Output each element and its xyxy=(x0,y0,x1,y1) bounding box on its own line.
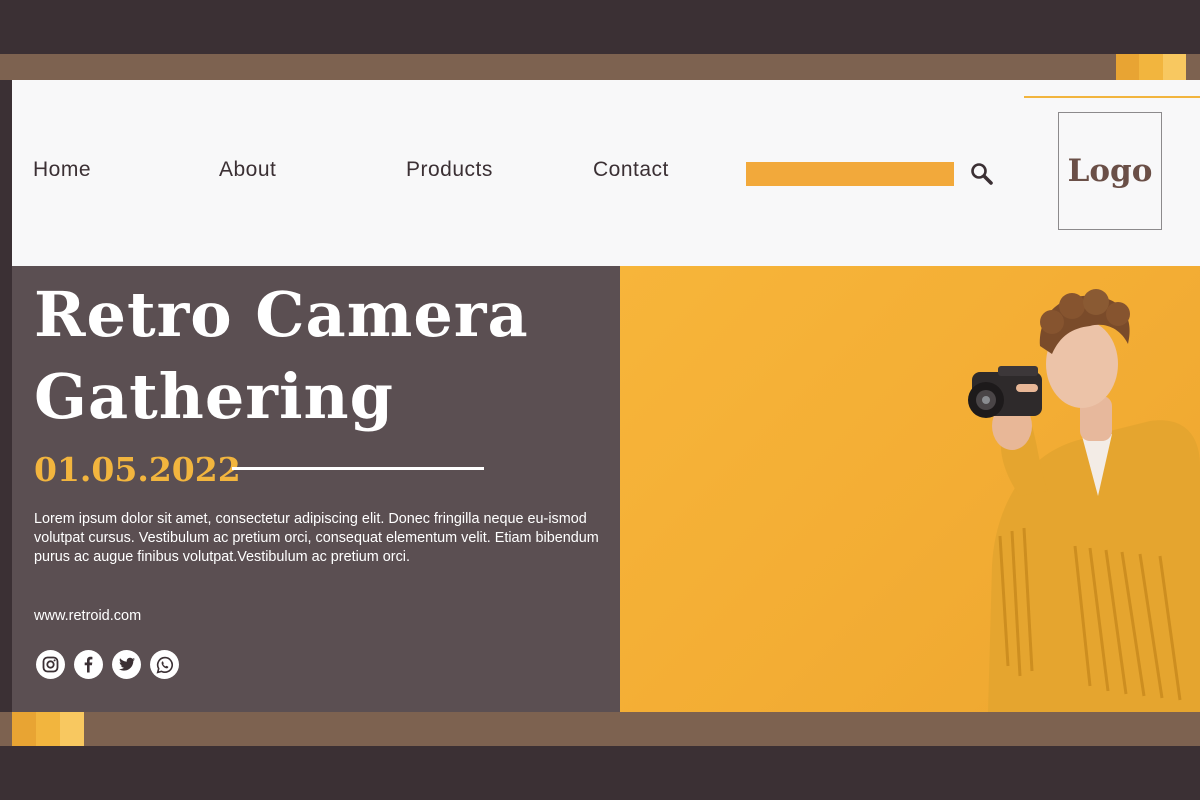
social-links xyxy=(36,650,179,679)
nav-contact[interactable]: Contact xyxy=(593,158,669,182)
title-line-2: Gathering xyxy=(34,360,394,433)
twitter-icon[interactable] xyxy=(112,650,141,679)
search-input[interactable] xyxy=(746,162,954,186)
photographer-illustration xyxy=(968,289,1200,712)
top-band xyxy=(0,54,1200,80)
bottom-color-strip xyxy=(12,712,84,746)
site-header: Home About Products Contact Logo xyxy=(12,80,1200,266)
search-icon[interactable] xyxy=(968,160,996,188)
event-description: Lorem ipsum dolor sit amet, consectetur … xyxy=(34,511,599,565)
title-line-1: Retro Camera xyxy=(34,278,529,351)
nav-about[interactable]: About xyxy=(219,158,276,182)
nav-home[interactable]: Home xyxy=(33,158,91,182)
page-title: Retro Camera Gathering xyxy=(34,274,614,438)
logo-text: Logo xyxy=(1067,153,1153,189)
logo[interactable]: Logo xyxy=(1058,112,1162,230)
hero-photo xyxy=(620,266,1200,712)
whatsapp-icon[interactable] xyxy=(150,650,179,679)
main-nav: Home About Products Contact xyxy=(12,158,712,188)
header-accent-line xyxy=(1024,96,1200,98)
bottom-band xyxy=(0,712,1200,746)
top-color-strip xyxy=(1116,54,1186,80)
date-divider xyxy=(232,467,484,470)
nav-products[interactable]: Products xyxy=(406,158,493,182)
website-link[interactable]: www.retroid.com xyxy=(34,608,141,624)
event-info-panel: Retro Camera Gathering 01.05.2022 Lorem … xyxy=(12,266,620,712)
event-date: 01.05.2022 xyxy=(34,450,241,489)
facebook-icon[interactable] xyxy=(74,650,103,679)
instagram-icon[interactable] xyxy=(36,650,65,679)
